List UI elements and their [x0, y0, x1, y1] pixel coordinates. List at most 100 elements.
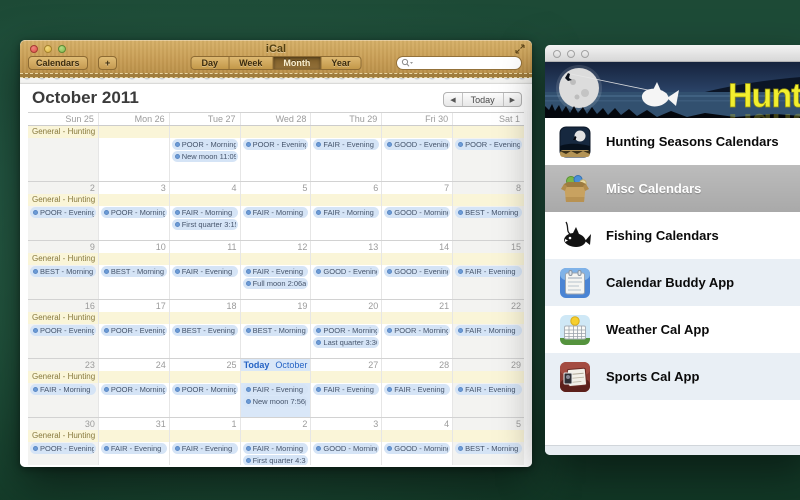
- day-cell[interactable]: 19BEST - Morning: [241, 300, 312, 358]
- list-item-weather-cal-app[interactable]: Weather Cal App: [545, 306, 800, 353]
- all-day-event-band[interactable]: [453, 194, 524, 206]
- event-pill[interactable]: GOOD - Evening: [313, 266, 379, 277]
- day-cell[interactable]: POOR - MorningNew moon 11:09am: [170, 126, 241, 181]
- calendars-button[interactable]: Calendars: [28, 56, 88, 70]
- event-pill[interactable]: BEST - Morning: [455, 207, 522, 218]
- day-cell[interactable]: 9General - HuntingBEST - Morning: [28, 241, 99, 299]
- event-pill[interactable]: FAIR - Evening: [172, 266, 238, 277]
- day-cell[interactable]: 22FAIR - Morning: [453, 300, 524, 358]
- all-day-event-band[interactable]: [170, 253, 240, 265]
- day-cell[interactable]: 20POOR - MorningLast quarter 3:30am: [311, 300, 382, 358]
- all-day-event-band[interactable]: [311, 126, 381, 138]
- next-month-button[interactable]: ▶: [504, 93, 521, 106]
- event-pill[interactable]: GOOD - Morning: [384, 207, 450, 218]
- all-day-event-band[interactable]: [382, 371, 452, 383]
- event-pill[interactable]: GOOD - Morning: [384, 443, 450, 454]
- day-cell[interactable]: 12FAIR - EveningFull moon 2:06am: [241, 241, 312, 299]
- day-cell-today[interactable]: TodayOctober 26FAIR - EveningNew moon 7:…: [241, 359, 312, 417]
- event-pill[interactable]: POOR - Evening: [101, 325, 167, 336]
- event-pill[interactable]: FAIR - Evening: [455, 384, 522, 395]
- event-pill[interactable]: POOR - Morning: [172, 384, 238, 395]
- event-pill[interactable]: FAIR - Evening: [101, 443, 167, 454]
- add-calendar-button[interactable]: +: [98, 56, 117, 70]
- all-day-event-band[interactable]: [99, 430, 169, 442]
- all-day-event-band[interactable]: [453, 430, 524, 442]
- event-pill[interactable]: FAIR - Morning: [243, 207, 309, 218]
- day-cell[interactable]: 30General - HuntingPOOR - Evening: [28, 418, 99, 465]
- all-day-event-band[interactable]: [99, 126, 169, 138]
- day-cell[interactable]: 5BEST - Morning: [453, 418, 524, 465]
- all-day-event-band[interactable]: [382, 126, 452, 138]
- event-pill[interactable]: GOOD - Morning: [313, 443, 379, 454]
- event-pill[interactable]: POOR - Morning: [313, 325, 379, 336]
- all-day-event-band[interactable]: [453, 126, 524, 138]
- all-day-event-band[interactable]: [382, 194, 452, 206]
- close-button-inactive[interactable]: [553, 50, 561, 58]
- event-pill[interactable]: POOR - Morning: [384, 325, 450, 336]
- all-day-event-band[interactable]: [241, 126, 311, 138]
- day-cell[interactable]: 29FAIR - Evening: [453, 359, 524, 417]
- minimize-button-inactive[interactable]: [567, 50, 575, 58]
- day-cell[interactable]: 14GOOD - Evening: [382, 241, 453, 299]
- event-pill[interactable]: FAIR - Morning: [30, 384, 96, 395]
- all-day-event-band[interactable]: [241, 312, 311, 324]
- day-cell[interactable]: 17POOR - Evening: [99, 300, 170, 358]
- all-day-event-band[interactable]: General - Hunting: [28, 430, 98, 442]
- list-item-fishing-calendars[interactable]: Fishing Calendars: [545, 212, 800, 259]
- list-item-calendar-buddy-app[interactable]: Calendar Buddy App: [545, 259, 800, 306]
- day-cell[interactable]: 3GOOD - Morning: [311, 418, 382, 465]
- all-day-event-band[interactable]: [170, 126, 240, 138]
- day-cell[interactable]: 13GOOD - Evening: [311, 241, 382, 299]
- all-day-event-band[interactable]: [311, 371, 381, 383]
- search-field[interactable]: [396, 56, 522, 70]
- event-pill[interactable]: BEST - Morning: [101, 266, 167, 277]
- day-cell[interactable]: 28FAIR - Evening: [382, 359, 453, 417]
- day-cell[interactable]: General - Hunting: [28, 126, 99, 181]
- day-cell[interactable]: 2General - HuntingPOOR - Evening: [28, 182, 99, 240]
- all-day-event-band[interactable]: General - Hunting: [28, 126, 98, 138]
- all-day-event-band[interactable]: [311, 253, 381, 265]
- day-cell[interactable]: POOR - Evening: [241, 126, 312, 181]
- event-pill[interactable]: FAIR - Morning: [313, 207, 379, 218]
- event-pill[interactable]: FAIR - Evening: [243, 384, 309, 395]
- day-cell[interactable]: 5FAIR - Morning: [241, 182, 312, 240]
- all-day-event-band[interactable]: General - Hunting: [28, 371, 98, 383]
- day-cell[interactable]: 23General - HuntingFAIR - Morning: [28, 359, 99, 417]
- event-pill[interactable]: BEST - Morning: [30, 266, 96, 277]
- all-day-event-band[interactable]: [99, 371, 169, 383]
- day-cell[interactable]: 11FAIR - Evening: [170, 241, 241, 299]
- all-day-event-band[interactable]: [170, 194, 240, 206]
- all-day-event-band[interactable]: [453, 253, 524, 265]
- all-day-event-band[interactable]: [99, 312, 169, 324]
- all-day-event-band[interactable]: General - Hunting: [28, 253, 98, 265]
- day-cell[interactable]: [99, 126, 170, 181]
- day-cell[interactable]: 10BEST - Morning: [99, 241, 170, 299]
- event-pill[interactable]: FAIR - Morning: [455, 325, 522, 336]
- event-pill[interactable]: POOR - Evening: [30, 443, 96, 454]
- all-day-event-band[interactable]: [311, 430, 381, 442]
- event-pill[interactable]: BEST - Morning: [455, 443, 522, 454]
- day-cell[interactable]: POOR - Evening: [453, 126, 524, 181]
- today-button[interactable]: Today: [463, 93, 504, 106]
- day-cell[interactable]: 7GOOD - Morning: [382, 182, 453, 240]
- all-day-event-band[interactable]: [170, 430, 240, 442]
- day-cell[interactable]: 15FAIR - Evening: [453, 241, 524, 299]
- all-day-event-band[interactable]: General - Hunting: [28, 312, 98, 324]
- prev-month-button[interactable]: ◀: [444, 93, 462, 106]
- view-tab-day[interactable]: Day: [192, 57, 230, 69]
- event-pill[interactable]: POOR - Evening: [455, 139, 522, 150]
- all-day-event-band[interactable]: [382, 253, 452, 265]
- day-cell[interactable]: 31FAIR - Evening: [99, 418, 170, 465]
- event-pill[interactable]: New moon 11:09am: [172, 151, 238, 162]
- view-tab-month[interactable]: Month: [273, 57, 321, 69]
- all-day-event-band[interactable]: [382, 430, 452, 442]
- day-cell[interactable]: 21POOR - Morning: [382, 300, 453, 358]
- all-day-event-band[interactable]: [382, 312, 452, 324]
- day-cell[interactable]: 3POOR - Morning: [99, 182, 170, 240]
- all-day-event-band[interactable]: [453, 371, 524, 383]
- day-cell[interactable]: 16General - HuntingPOOR - Evening: [28, 300, 99, 358]
- list-item-misc-calendars[interactable]: Misc Calendars: [545, 165, 800, 212]
- all-day-event-band[interactable]: [453, 312, 524, 324]
- all-day-event-band[interactable]: [241, 430, 311, 442]
- fullscreen-icon[interactable]: [515, 44, 525, 54]
